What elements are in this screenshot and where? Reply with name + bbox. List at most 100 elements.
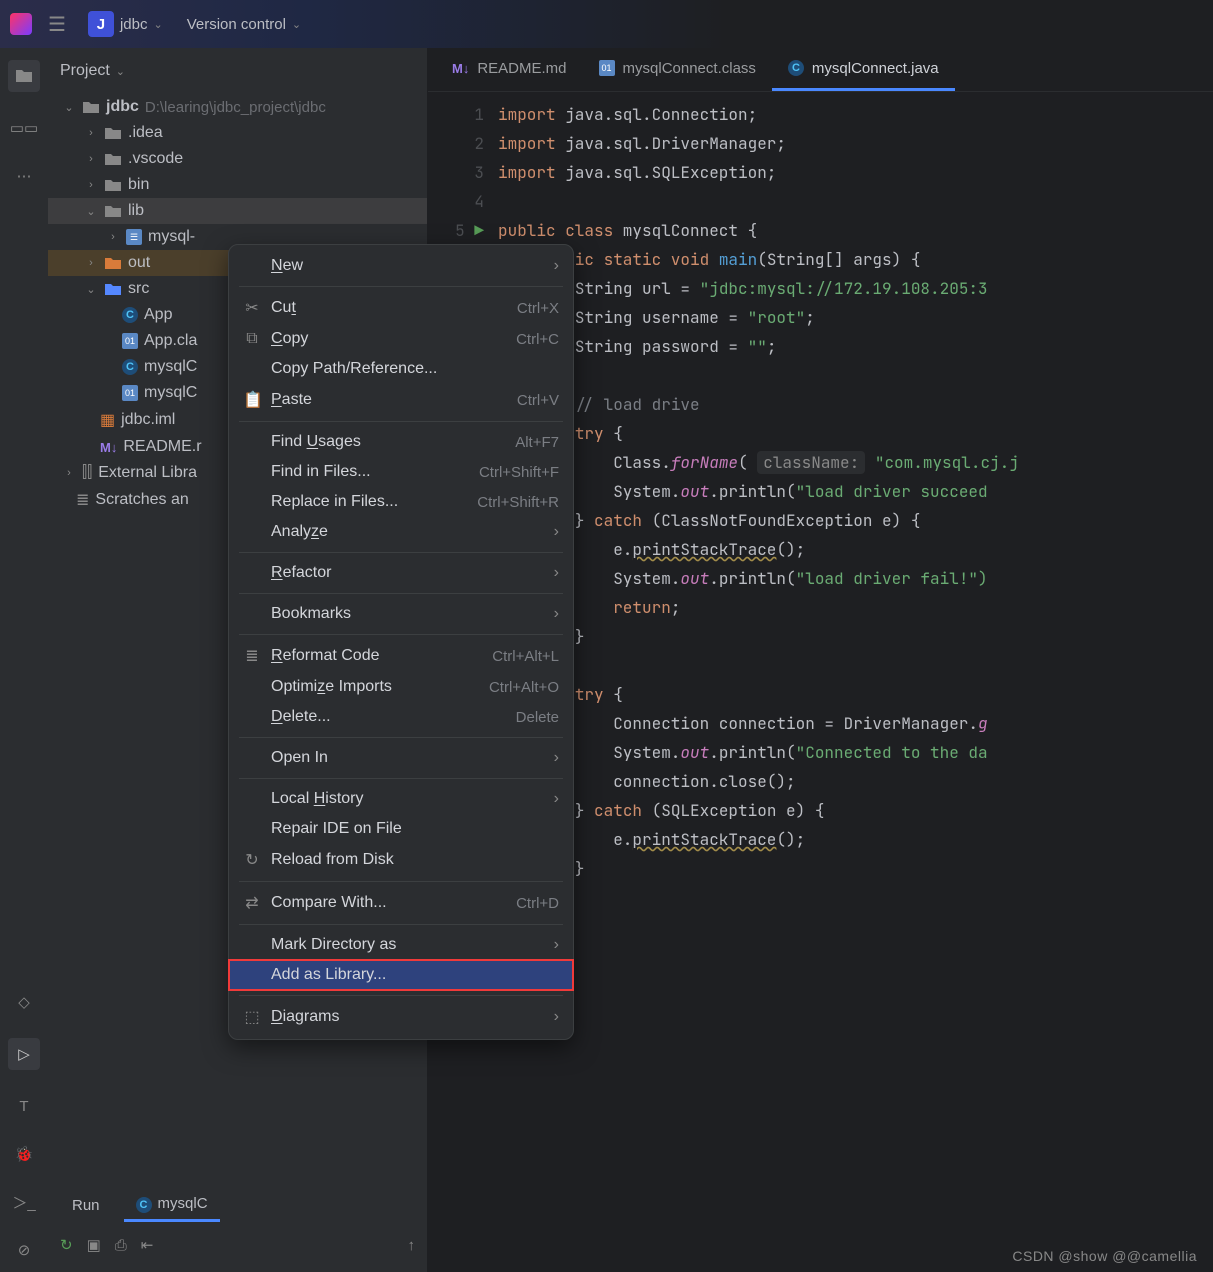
expander-icon[interactable]: ⌄ (84, 205, 98, 218)
ctx-refactor[interactable]: Refactor› (229, 558, 573, 588)
diff-icon: ⇄ (243, 893, 261, 913)
rerun-button[interactable]: ↻ (60, 1236, 73, 1254)
project-tool-button[interactable] (8, 60, 40, 92)
expander-icon[interactable]: › (106, 231, 120, 243)
chevron-down-icon: ⌄ (116, 65, 125, 78)
run-tab-run[interactable]: Run (60, 1191, 112, 1220)
jar-icon: ☰ (126, 229, 142, 245)
stop-button[interactable]: ▣ (87, 1236, 101, 1254)
ctx-new[interactable]: New› (229, 251, 573, 281)
ctx-cut[interactable]: ✂CutCtrl+X (229, 292, 573, 324)
more-tool-button[interactable]: ⋯ (12, 164, 36, 188)
expander-icon[interactable]: ⌄ (84, 283, 98, 296)
tab-readme[interactable]: M↓ README.md (436, 48, 583, 91)
version-control-menu[interactable]: Version control ⌄ (181, 12, 307, 37)
expander-icon[interactable]: › (62, 467, 76, 479)
services-tool-button[interactable]: ◇ (12, 990, 36, 1014)
run-gutter-icon[interactable]: ▶ (474, 220, 484, 241)
tree-label: out (128, 254, 150, 272)
ctx-open-in[interactable]: Open In› (229, 743, 573, 773)
problems-tool-button[interactable]: ⊘ (12, 1238, 36, 1262)
ctx-find-usages[interactable]: Find UsagesAlt+F7 (229, 427, 573, 457)
tree-label: App (144, 306, 172, 324)
ctx-compare-with[interactable]: ⇄Compare With...Ctrl+D (229, 887, 573, 919)
project-selector[interactable]: J jdbc ⌄ (82, 7, 169, 41)
iml-icon: ▦ (100, 410, 115, 430)
classfile-icon: 01 (599, 60, 615, 76)
ctx-analyze[interactable]: Analyze› (229, 517, 573, 547)
copy-icon: ⧉ (243, 330, 261, 348)
ctx-local-history[interactable]: Local History› (229, 784, 573, 814)
up-button[interactable]: ↑ (408, 1237, 416, 1254)
ctx-paste[interactable]: 📋PasteCtrl+V (229, 384, 573, 416)
ctx-delete[interactable]: Delete...Delete (229, 702, 573, 732)
structure-tool-button[interactable]: ▭▭ (12, 116, 36, 140)
ctx-reformat[interactable]: ≣Reformat CodeCtrl+Alt+L (229, 640, 573, 672)
classfile-icon: 01 (122, 385, 138, 401)
ctx-repair-ide[interactable]: Repair IDE on File (229, 814, 573, 844)
tree-label: src (128, 280, 149, 298)
classfile-icon: 01 (122, 333, 138, 349)
expander-icon[interactable]: › (84, 257, 98, 269)
class-icon: C (788, 60, 804, 76)
expander-icon[interactable]: › (84, 179, 98, 191)
tree-label: mysqlC (144, 358, 197, 376)
tree-item-vscode[interactable]: › .vscode (48, 146, 427, 172)
chevron-down-icon: ⌄ (292, 18, 301, 31)
intellij-logo-icon (10, 13, 32, 35)
tree-item-idea[interactable]: › .idea (48, 120, 427, 146)
editor-tabs: M↓ README.md 01 mysqlConnect.class C mys… (428, 48, 1213, 92)
ctx-add-as-library[interactable]: Add as Library... (229, 960, 573, 990)
build-tool-button[interactable]: T (12, 1094, 36, 1118)
project-name: jdbc (120, 16, 148, 33)
tree-label: .idea (128, 124, 163, 142)
run-panel: Run CmysqlC ↻ ▣ ⎙ ⇤ ↑ (48, 1180, 427, 1272)
tab-java[interactable]: C mysqlConnect.java (772, 48, 955, 91)
markdown-icon: M↓ (452, 61, 469, 76)
tree-label: External Libra (98, 464, 197, 482)
class-icon: C (122, 307, 138, 323)
tree-label: bin (128, 176, 149, 194)
cut-icon: ✂ (243, 298, 261, 318)
reload-icon: ↻ (243, 850, 261, 870)
expander-icon[interactable]: › (84, 153, 98, 165)
tree-root[interactable]: ⌄ jdbc D:\learing\jdbc_project\jdbc (48, 94, 427, 120)
diagram-icon: ⬚ (243, 1007, 261, 1027)
ctx-replace-in-files[interactable]: Replace in Files...Ctrl+Shift+R (229, 487, 573, 517)
class-icon: C (122, 359, 138, 375)
tree-label: mysqlC (144, 384, 197, 402)
left-tool-rail: ▭▭ ⋯ ◇ ▷ T 🐞 ＞_ ⊘ (0, 48, 48, 1272)
project-panel-header[interactable]: Project ⌄ (48, 48, 427, 94)
tree-label: .vscode (128, 150, 183, 168)
ctx-diagrams[interactable]: ⬚Diagrams› (229, 1001, 573, 1033)
class-icon: C (136, 1197, 152, 1213)
tree-label: README.r (123, 438, 201, 456)
ctx-copy[interactable]: ⧉CopyCtrl+C (229, 324, 573, 354)
screenshot-button[interactable]: ⎙ (115, 1237, 127, 1254)
tree-label: jdbc.iml (121, 411, 175, 429)
ctx-find-in-files[interactable]: Find in Files...Ctrl+Shift+F (229, 457, 573, 487)
tab-class[interactable]: 01 mysqlConnect.class (583, 48, 772, 91)
tree-label: App.cla (144, 332, 197, 350)
tab-label: mysqlConnect.java (812, 60, 939, 77)
ctx-optimize-imports[interactable]: Optimize ImportsCtrl+Alt+O (229, 672, 573, 702)
tree-item-bin[interactable]: › bin (48, 172, 427, 198)
code-editor[interactable]: import java.sql.Connection; import java.… (498, 92, 1019, 1272)
ctx-copy-path[interactable]: Copy Path/Reference... (229, 354, 573, 384)
reformat-icon: ≣ (243, 646, 261, 666)
ctx-reload-from-disk[interactable]: ↻Reload from Disk (229, 844, 573, 876)
expander-icon[interactable]: ⌄ (62, 101, 76, 114)
expander-icon[interactable]: › (84, 127, 98, 139)
ctx-mark-directory-as[interactable]: Mark Directory as› (229, 930, 573, 960)
debug-tool-button[interactable]: 🐞 (12, 1142, 36, 1166)
tree-item-lib[interactable]: ⌄ lib (48, 198, 427, 224)
titlebar: ☰ J jdbc ⌄ Version control ⌄ (0, 0, 1213, 48)
terminal-tool-button[interactable]: ＞_ (12, 1190, 36, 1214)
panel-title: Project (60, 62, 110, 80)
run-tool-button[interactable]: ▷ (8, 1038, 40, 1070)
run-tab-config[interactable]: CmysqlC (124, 1189, 220, 1222)
tree-label: mysql- (148, 228, 195, 246)
main-menu-button[interactable]: ☰ (44, 8, 70, 41)
ctx-bookmarks[interactable]: Bookmarks› (229, 599, 573, 629)
exit-button[interactable]: ⇤ (141, 1236, 154, 1254)
